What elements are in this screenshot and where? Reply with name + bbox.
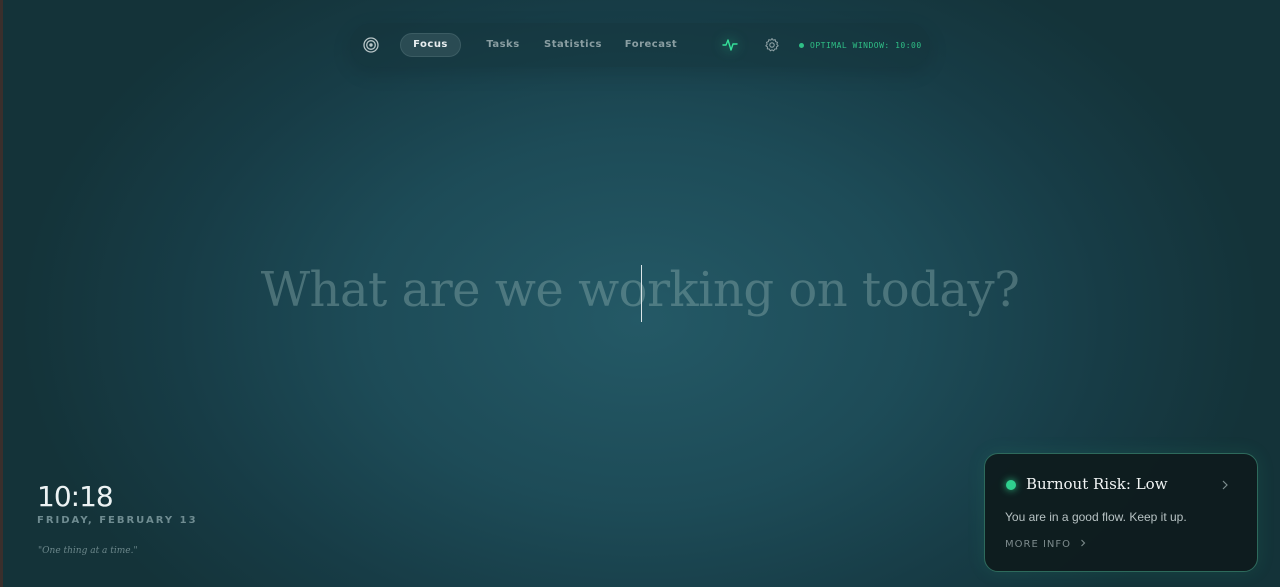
text-caret — [641, 265, 642, 322]
more-info-link[interactable]: MORE INFO — [1005, 539, 1086, 550]
clock-date: FRIDAY, FEBRUARY 13 — [37, 515, 198, 526]
tab-forecast[interactable]: Forecast — [620, 33, 682, 57]
chevron-right-icon[interactable] — [1221, 479, 1229, 493]
focus-prompt-input[interactable]: What are we working on today? — [0, 262, 1280, 318]
tab-tasks[interactable]: Tasks — [478, 33, 528, 57]
burnout-risk-message: You are in a good flow. Keep it up. — [1005, 510, 1187, 524]
top-navigation: Focus Tasks Statistics Forecast OPTIMAL … — [350, 23, 930, 67]
burnout-risk-title: Burnout Risk: Low — [1026, 475, 1168, 493]
focus-quote: "One thing at a time." — [38, 546, 138, 556]
tab-statistics[interactable]: Statistics — [540, 33, 606, 57]
clock-time: 10:18 — [37, 480, 114, 513]
chevron-right-small-icon — [1081, 539, 1086, 547]
optimal-window-text: OPTIMAL WINDOW: 10:00 — [810, 40, 922, 50]
tab-focus[interactable]: Focus — [400, 33, 461, 57]
gear-icon[interactable] — [764, 37, 780, 53]
clock-widget: 10:18 FRIDAY, FEBRUARY 13 — [37, 480, 198, 526]
target-icon[interactable] — [363, 37, 379, 53]
risk-status-dot — [1006, 480, 1016, 490]
status-dot — [799, 42, 804, 48]
burnout-risk-card[interactable]: Burnout Risk: Low You are in a good flow… — [984, 453, 1258, 572]
more-info-label: MORE INFO — [1005, 539, 1071, 550]
activity-icon[interactable] — [720, 35, 740, 55]
optimal-window-indicator: OPTIMAL WINDOW: 10:00 — [799, 40, 922, 50]
